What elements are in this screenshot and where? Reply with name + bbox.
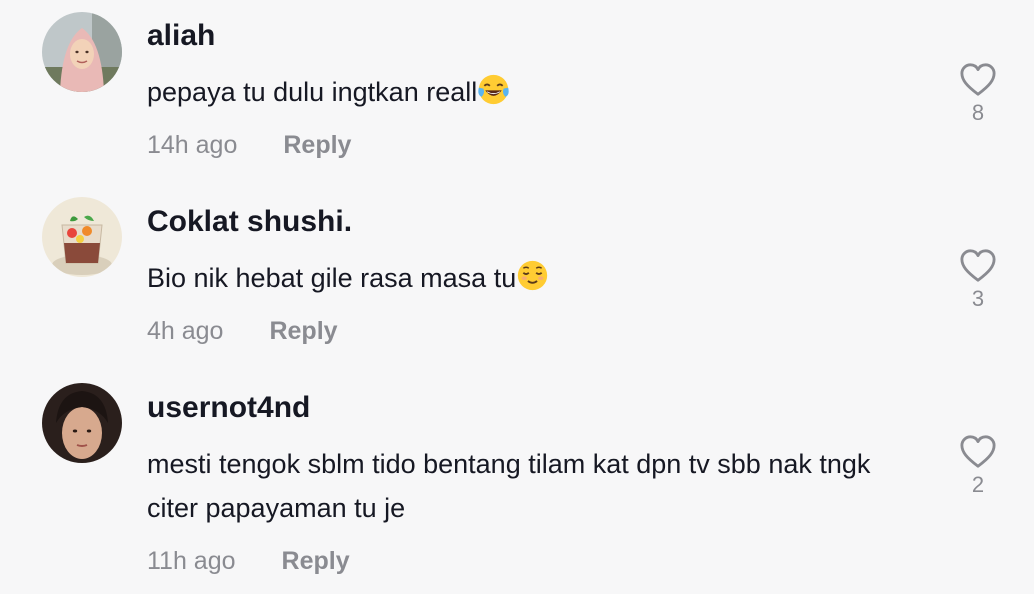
avatar[interactable]	[42, 197, 122, 277]
like-button[interactable]: 8	[958, 62, 998, 126]
comment-text: pepaya tu dulu ingtkan reall	[147, 70, 907, 114]
avatar[interactable]	[42, 12, 122, 92]
like-count: 3	[971, 286, 985, 311]
reply-button[interactable]: Reply	[283, 131, 351, 159]
comment-timestamp: 11h ago	[147, 547, 236, 575]
like-count: 2	[971, 472, 985, 497]
avatar-image	[42, 383, 122, 463]
avatar[interactable]	[42, 383, 122, 463]
comment-username[interactable]: usernot4nd	[147, 390, 310, 426]
heart-outline-icon	[960, 435, 996, 468]
like-count: 8	[971, 100, 985, 125]
avatar-image	[42, 197, 122, 277]
comment-meta: 4h ago Reply	[147, 316, 338, 346]
like-button[interactable]: 2	[958, 434, 998, 498]
comment-text-content: Bio nik hebat gile rasa masa tu	[147, 263, 517, 293]
comment-username[interactable]: Coklat shushi.	[147, 204, 352, 240]
like-button[interactable]: 3	[958, 248, 998, 312]
comment-timestamp: 4h ago	[147, 317, 224, 345]
comment-username[interactable]: aliah	[147, 18, 215, 54]
heart-outline-icon	[960, 63, 996, 96]
comment-meta: 11h ago Reply	[147, 546, 350, 576]
comment-timestamp: 14h ago	[147, 131, 238, 159]
comment-text: mesti tengok sblm tido bentang tilam kat…	[147, 442, 887, 530]
reply-button[interactable]: Reply	[269, 317, 337, 345]
comment-text: Bio nik hebat gile rasa masa tu	[147, 256, 907, 300]
comment-text-content: pepaya tu dulu ingtkan reall	[147, 77, 478, 107]
reply-button[interactable]: Reply	[282, 547, 350, 575]
comment-text-content: mesti tengok sblm tido bentang tilam kat…	[147, 449, 871, 523]
comment-meta: 14h ago Reply	[147, 130, 351, 160]
tears-of-joy-emoji-icon	[477, 73, 510, 106]
comment-list: aliah pepaya tu dulu ingtkan reall 14h a…	[0, 0, 1034, 594]
avatar-image	[42, 12, 122, 92]
relieved-face-emoji-icon	[516, 259, 549, 292]
heart-outline-icon	[960, 249, 996, 282]
